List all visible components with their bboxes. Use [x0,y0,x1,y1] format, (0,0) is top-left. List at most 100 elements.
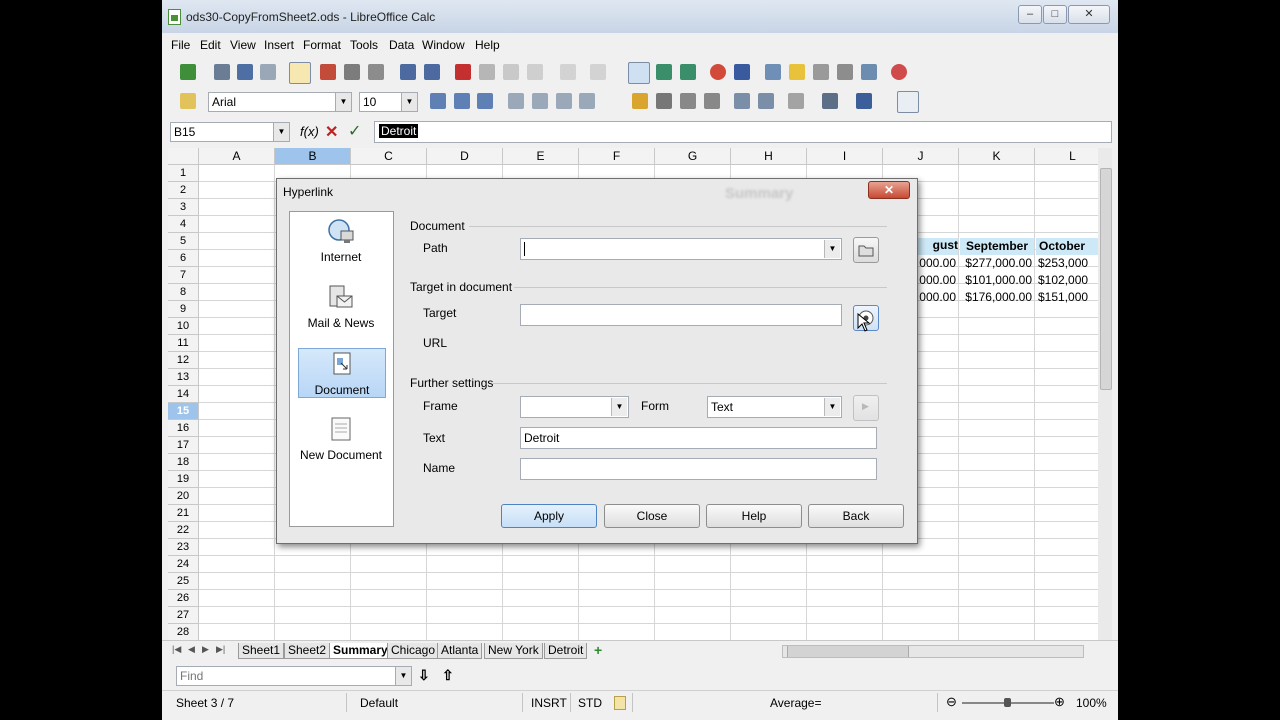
zoom-slider[interactable] [962,698,1054,707]
menu-help[interactable]: Help [475,38,500,52]
find-previous-icon[interactable]: ⇧ [442,667,454,684]
undo-icon[interactable] [560,64,576,80]
row-header[interactable]: 21 [168,505,199,522]
vertical-scrollbar[interactable] [1098,148,1112,644]
sheet-tab[interactable]: New York [484,643,543,659]
zoom-level[interactable]: 100% [1076,696,1107,710]
cut-icon[interactable] [455,64,471,80]
cell-L8[interactable]: $151,000 [1038,290,1098,304]
column-header-selected[interactable]: B [275,148,351,165]
name-box[interactable]: B15 ▼ [170,122,290,142]
help-icon[interactable] [891,64,907,80]
row-header[interactable]: 12 [168,352,199,369]
cell-L7[interactable]: $102,000 [1038,273,1098,287]
menu-edit[interactable]: Edit [200,38,221,52]
font-name-combo[interactable]: Arial ▼ [208,92,352,112]
align-left-icon[interactable] [508,93,524,109]
open-icon[interactable] [214,64,230,80]
events-button[interactable]: ▶ [853,395,879,421]
row-header[interactable]: 8 [168,284,199,301]
copy-icon[interactable] [479,64,495,80]
clone-formatting-icon[interactable] [527,64,543,80]
row-header[interactable]: 20 [168,488,199,505]
cell-K7[interactable]: $101,000.00 [960,273,1032,287]
row-header[interactable]: 6 [168,250,199,267]
bold-icon[interactable] [430,93,446,109]
row-header[interactable]: 18 [168,454,199,471]
target-input[interactable] [520,304,842,326]
column-header[interactable]: F [579,148,655,165]
chevron-down-icon[interactable]: ▼ [611,398,627,416]
maximize-button[interactable]: □ [1043,5,1067,24]
category-new-document[interactable]: New Document [298,414,384,462]
percent-icon[interactable] [656,93,672,109]
column-header[interactable]: G [655,148,731,165]
page-style[interactable]: Default [360,696,398,710]
row-header[interactable]: 28 [168,624,199,641]
zoom-out-icon[interactable]: ⊖ [946,694,957,710]
paste-icon[interactable] [503,64,519,80]
row-header[interactable]: 22 [168,522,199,539]
previous-sheet-icon[interactable]: ◀ [188,644,195,655]
column-header[interactable]: A [199,148,275,165]
accept-icon[interactable]: ✓ [348,121,361,141]
horizontal-scroll-thumb[interactable] [787,646,909,657]
edit-file-icon[interactable] [289,62,311,84]
name-input[interactable] [520,458,877,480]
row-header[interactable]: 27 [168,607,199,624]
italic-icon[interactable] [454,93,470,109]
cell-K8[interactable]: $176,000.00 [960,290,1032,304]
cell-L5[interactable]: October [1036,238,1098,255]
menu-data[interactable]: Data [389,38,414,52]
column-header[interactable]: I [807,148,883,165]
column-header[interactable]: L [1035,148,1098,165]
font-size-combo[interactable]: 10 ▼ [359,92,418,112]
export-pdf-icon[interactable] [320,64,336,80]
row-header[interactable]: 10 [168,318,199,335]
frame-combo[interactable]: ▼ [520,396,629,418]
chevron-down-icon[interactable]: ▼ [273,123,289,141]
chevron-down-icon[interactable]: ▼ [824,240,840,258]
print-icon[interactable] [344,64,360,80]
function-wizard-icon[interactable]: f(x) [300,124,319,139]
last-sheet-icon[interactable]: ▶| [216,644,225,655]
find-replace-icon[interactable] [765,64,781,80]
column-header[interactable]: D [427,148,503,165]
category-internet[interactable]: Internet [298,216,384,264]
row-header[interactable]: 5 [168,233,199,250]
sort-descending-icon[interactable] [680,64,696,80]
sheet-tab-active[interactable]: Summary [329,643,392,659]
sheet-tab[interactable]: Sheet1 [238,643,285,659]
window-close-button[interactable]: ✕ [1068,5,1110,24]
first-sheet-icon[interactable]: |◀ [172,644,181,655]
menu-insert[interactable]: Insert [264,38,294,52]
path-input[interactable]: ▼ [520,238,842,260]
borders-icon[interactable] [788,93,804,109]
row-header[interactable]: 26 [168,590,199,607]
horizontal-scrollbar[interactable] [782,645,1084,658]
data-sources-icon[interactable] [837,64,853,80]
help-button[interactable]: Help [706,504,802,528]
menu-view[interactable]: View [230,38,256,52]
cell-L6[interactable]: $253,000 [1038,256,1098,270]
justify-icon[interactable] [579,93,595,109]
menu-file[interactable]: File [171,38,190,52]
category-mail-news[interactable]: Mail & News [298,282,384,330]
insert-chart-icon[interactable] [710,64,726,80]
row-header[interactable]: 13 [168,369,199,386]
back-button[interactable]: Back [808,504,904,528]
number-format-icon[interactable] [680,93,696,109]
line-style-icon[interactable] [822,93,838,109]
open-file-button[interactable] [853,237,879,263]
add-sheet-icon[interactable]: + [594,642,602,658]
column-header[interactable]: K [959,148,1035,165]
next-sheet-icon[interactable]: ▶ [202,644,209,655]
sheet-tab[interactable]: Sheet2 [284,643,331,659]
column-header[interactable]: C [351,148,427,165]
pivot-table-icon[interactable] [734,64,750,80]
row-header[interactable]: 7 [168,267,199,284]
column-header[interactable]: E [503,148,579,165]
row-header[interactable]: 23 [168,539,199,556]
row-header[interactable]: 24 [168,556,199,573]
align-center-icon[interactable] [532,93,548,109]
